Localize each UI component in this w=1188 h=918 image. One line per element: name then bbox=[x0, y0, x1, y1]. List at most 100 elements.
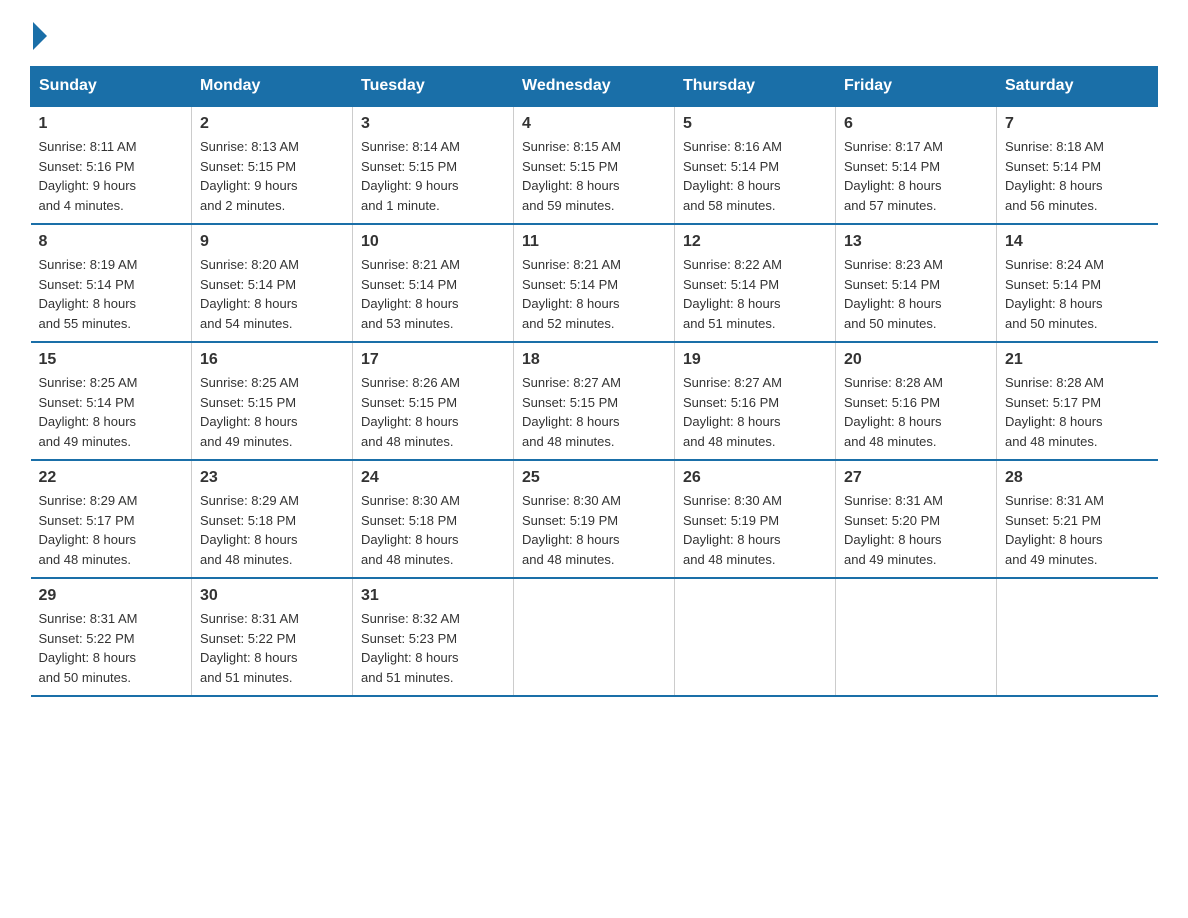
day-info: Sunrise: 8:20 AMSunset: 5:14 PMDaylight:… bbox=[200, 255, 344, 333]
day-info: Sunrise: 8:16 AMSunset: 5:14 PMDaylight:… bbox=[683, 137, 827, 215]
day-number: 15 bbox=[39, 351, 184, 369]
day-number: 28 bbox=[1005, 469, 1150, 487]
calendar-day-cell: 13 Sunrise: 8:23 AMSunset: 5:14 PMDayligh… bbox=[836, 224, 997, 342]
day-number: 5 bbox=[683, 115, 827, 133]
day-number: 31 bbox=[361, 587, 505, 605]
logo bbox=[30, 20, 47, 46]
calendar-day-cell: 7Sunrise: 8:18 AMSunset: 5:14 PMDaylight… bbox=[997, 106, 1158, 224]
day-number: 29 bbox=[39, 587, 184, 605]
page-header bbox=[30, 20, 1158, 46]
day-info: Sunrise: 8:24 AMSunset: 5:14 PMDaylight:… bbox=[1005, 255, 1150, 333]
calendar-header-row: SundayMondayTuesdayWednesdayThursdayFrid… bbox=[31, 67, 1158, 107]
calendar-day-cell: 23Sunrise: 8:29 AMSunset: 5:18 PMDayligh… bbox=[192, 460, 353, 578]
day-info: Sunrise: 8:26 AMSunset: 5:15 PMDaylight:… bbox=[361, 373, 505, 451]
day-info: Sunrise: 8:30 AMSunset: 5:19 PMDaylight:… bbox=[522, 491, 666, 569]
calendar-day-cell: 5 Sunrise: 8:16 AMSunset: 5:14 PMDaylight… bbox=[675, 106, 836, 224]
calendar-day-cell: 15 Sunrise: 8:25 AMSunset: 5:14 PMDayligh… bbox=[31, 342, 192, 460]
calendar-day-cell: 4Sunrise: 8:15 AMSunset: 5:15 PMDaylight… bbox=[514, 106, 675, 224]
calendar-day-cell: 14 Sunrise: 8:24 AMSunset: 5:14 PMDayligh… bbox=[997, 224, 1158, 342]
day-number: 3 bbox=[361, 115, 505, 133]
calendar-day-cell: 1 Sunrise: 8:11 AMSunset: 5:16 PMDaylight… bbox=[31, 106, 192, 224]
calendar-day-cell: 28 Sunrise: 8:31 AMSunset: 5:21 PMDayligh… bbox=[997, 460, 1158, 578]
day-number: 22 bbox=[39, 469, 184, 487]
day-number: 6 bbox=[844, 115, 988, 133]
day-info: Sunrise: 8:31 AMSunset: 5:22 PMDaylight:… bbox=[39, 609, 184, 687]
calendar-day-cell: 27Sunrise: 8:31 AMSunset: 5:20 PMDayligh… bbox=[836, 460, 997, 578]
calendar-day-cell bbox=[514, 578, 675, 696]
day-info: Sunrise: 8:25 AMSunset: 5:15 PMDaylight:… bbox=[200, 373, 344, 451]
calendar-day-cell: 19 Sunrise: 8:27 AMSunset: 5:16 PMDayligh… bbox=[675, 342, 836, 460]
day-number: 24 bbox=[361, 469, 505, 487]
day-info: Sunrise: 8:23 AMSunset: 5:14 PMDaylight:… bbox=[844, 255, 988, 333]
day-number: 23 bbox=[200, 469, 344, 487]
logo-arrow-icon bbox=[33, 22, 47, 50]
calendar-day-cell: 8 Sunrise: 8:19 AMSunset: 5:14 PMDaylight… bbox=[31, 224, 192, 342]
day-of-week-header: Saturday bbox=[997, 67, 1158, 107]
calendar-day-cell bbox=[675, 578, 836, 696]
calendar-week-row: 1 Sunrise: 8:11 AMSunset: 5:16 PMDaylight… bbox=[31, 106, 1158, 224]
day-info: Sunrise: 8:17 AMSunset: 5:14 PMDaylight:… bbox=[844, 137, 988, 215]
day-number: 30 bbox=[200, 587, 344, 605]
day-info: Sunrise: 8:22 AMSunset: 5:14 PMDaylight:… bbox=[683, 255, 827, 333]
day-info: Sunrise: 8:29 AMSunset: 5:17 PMDaylight:… bbox=[39, 491, 184, 569]
calendar-day-cell: 11Sunrise: 8:21 AMSunset: 5:14 PMDayligh… bbox=[514, 224, 675, 342]
calendar-day-cell: 25 Sunrise: 8:30 AMSunset: 5:19 PMDayligh… bbox=[514, 460, 675, 578]
day-number: 11 bbox=[522, 233, 666, 251]
calendar-day-cell: 22 Sunrise: 8:29 AMSunset: 5:17 PMDayligh… bbox=[31, 460, 192, 578]
day-info: Sunrise: 8:11 AMSunset: 5:16 PMDaylight:… bbox=[39, 137, 184, 215]
day-number: 10 bbox=[361, 233, 505, 251]
day-info: Sunrise: 8:31 AMSunset: 5:22 PMDaylight:… bbox=[200, 609, 344, 687]
calendar-day-cell: 17 Sunrise: 8:26 AMSunset: 5:15 PMDayligh… bbox=[353, 342, 514, 460]
day-info: Sunrise: 8:13 AMSunset: 5:15 PMDaylight:… bbox=[200, 137, 344, 215]
calendar-day-cell: 9 Sunrise: 8:20 AMSunset: 5:14 PMDaylight… bbox=[192, 224, 353, 342]
day-info: Sunrise: 8:28 AMSunset: 5:16 PMDaylight:… bbox=[844, 373, 988, 451]
day-info: Sunrise: 8:19 AMSunset: 5:14 PMDaylight:… bbox=[39, 255, 184, 333]
day-info: Sunrise: 8:28 AMSunset: 5:17 PMDaylight:… bbox=[1005, 373, 1150, 451]
day-info: Sunrise: 8:30 AMSunset: 5:18 PMDaylight:… bbox=[361, 491, 505, 569]
day-info: Sunrise: 8:18 AMSunset: 5:14 PMDaylight:… bbox=[1005, 137, 1150, 215]
logo-text bbox=[30, 20, 47, 50]
day-info: Sunrise: 8:27 AMSunset: 5:15 PMDaylight:… bbox=[522, 373, 666, 451]
calendar-day-cell: 31Sunrise: 8:32 AMSunset: 5:23 PMDayligh… bbox=[353, 578, 514, 696]
day-of-week-header: Monday bbox=[192, 67, 353, 107]
calendar-day-cell: 12 Sunrise: 8:22 AMSunset: 5:14 PMDayligh… bbox=[675, 224, 836, 342]
day-number: 8 bbox=[39, 233, 184, 251]
day-number: 25 bbox=[522, 469, 666, 487]
day-number: 26 bbox=[683, 469, 827, 487]
day-info: Sunrise: 8:25 AMSunset: 5:14 PMDaylight:… bbox=[39, 373, 184, 451]
day-number: 21 bbox=[1005, 351, 1150, 369]
calendar-day-cell: 21 Sunrise: 8:28 AMSunset: 5:17 PMDayligh… bbox=[997, 342, 1158, 460]
calendar-table: SundayMondayTuesdayWednesdayThursdayFrid… bbox=[30, 66, 1158, 697]
day-number: 1 bbox=[39, 115, 184, 133]
day-number: 12 bbox=[683, 233, 827, 251]
day-of-week-header: Thursday bbox=[675, 67, 836, 107]
day-of-week-header: Sunday bbox=[31, 67, 192, 107]
day-info: Sunrise: 8:27 AMSunset: 5:16 PMDaylight:… bbox=[683, 373, 827, 451]
day-number: 17 bbox=[361, 351, 505, 369]
calendar-day-cell: 26 Sunrise: 8:30 AMSunset: 5:19 PMDayligh… bbox=[675, 460, 836, 578]
calendar-day-cell: 30 Sunrise: 8:31 AMSunset: 5:22 PMDayligh… bbox=[192, 578, 353, 696]
day-info: Sunrise: 8:30 AMSunset: 5:19 PMDaylight:… bbox=[683, 491, 827, 569]
day-info: Sunrise: 8:31 AMSunset: 5:21 PMDaylight:… bbox=[1005, 491, 1150, 569]
calendar-day-cell: 24 Sunrise: 8:30 AMSunset: 5:18 PMDayligh… bbox=[353, 460, 514, 578]
calendar-day-cell: 20 Sunrise: 8:28 AMSunset: 5:16 PMDayligh… bbox=[836, 342, 997, 460]
day-info: Sunrise: 8:15 AMSunset: 5:15 PMDaylight:… bbox=[522, 137, 666, 215]
calendar-week-row: 15 Sunrise: 8:25 AMSunset: 5:14 PMDayligh… bbox=[31, 342, 1158, 460]
calendar-day-cell: 2 Sunrise: 8:13 AMSunset: 5:15 PMDaylight… bbox=[192, 106, 353, 224]
day-number: 20 bbox=[844, 351, 988, 369]
day-number: 13 bbox=[844, 233, 988, 251]
calendar-day-cell: 10 Sunrise: 8:21 AMSunset: 5:14 PMDayligh… bbox=[353, 224, 514, 342]
day-of-week-header: Wednesday bbox=[514, 67, 675, 107]
day-number: 14 bbox=[1005, 233, 1150, 251]
day-number: 2 bbox=[200, 115, 344, 133]
day-info: Sunrise: 8:14 AMSunset: 5:15 PMDaylight:… bbox=[361, 137, 505, 215]
calendar-day-cell bbox=[836, 578, 997, 696]
day-info: Sunrise: 8:31 AMSunset: 5:20 PMDaylight:… bbox=[844, 491, 988, 569]
calendar-week-row: 8 Sunrise: 8:19 AMSunset: 5:14 PMDaylight… bbox=[31, 224, 1158, 342]
day-number: 19 bbox=[683, 351, 827, 369]
day-number: 18 bbox=[522, 351, 666, 369]
day-info: Sunrise: 8:21 AMSunset: 5:14 PMDaylight:… bbox=[361, 255, 505, 333]
calendar-day-cell: 16Sunrise: 8:25 AMSunset: 5:15 PMDayligh… bbox=[192, 342, 353, 460]
day-number: 9 bbox=[200, 233, 344, 251]
calendar-day-cell: 3 Sunrise: 8:14 AMSunset: 5:15 PMDaylight… bbox=[353, 106, 514, 224]
